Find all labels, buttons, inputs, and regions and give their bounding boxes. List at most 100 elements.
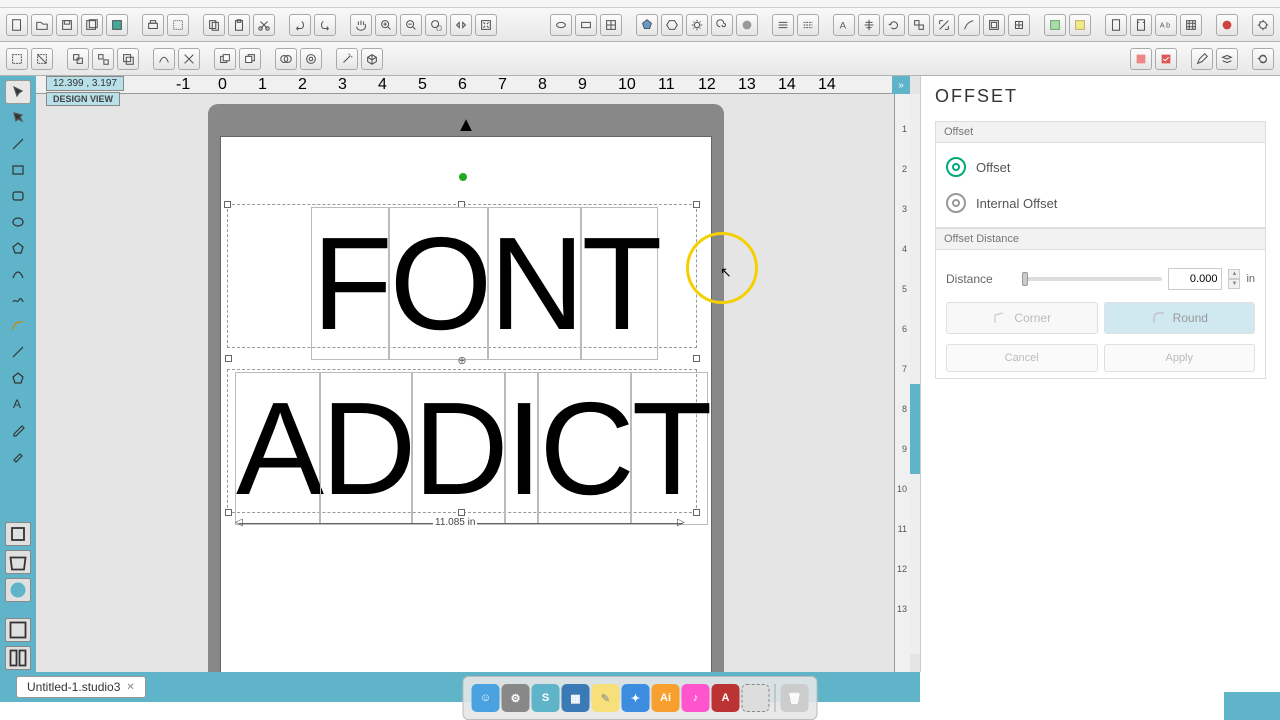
send-button[interactable] [106, 14, 128, 36]
line-tool[interactable] [5, 132, 31, 156]
replicate-button[interactable] [908, 14, 930, 36]
copy-button[interactable] [203, 14, 225, 36]
pen-button[interactable] [1191, 48, 1213, 70]
canvas-text-line1[interactable]: FONT [311, 207, 658, 360]
prefs-button[interactable] [1252, 14, 1274, 36]
deselect-button[interactable] [31, 48, 53, 70]
layers-button[interactable] [1216, 48, 1238, 70]
rotation-handle[interactable] [459, 173, 467, 181]
wand-button[interactable] [336, 48, 358, 70]
rotate-button[interactable] [883, 14, 905, 36]
knife-tool[interactable] [5, 340, 31, 364]
distance-input[interactable] [1168, 268, 1222, 290]
vertical-scrollbar[interactable] [910, 94, 920, 654]
print-button[interactable] [142, 14, 164, 36]
compound-button[interactable] [117, 48, 139, 70]
zoom-select-button[interactable] [425, 14, 447, 36]
page-settings-button[interactable] [1105, 14, 1127, 36]
open-file-button[interactable] [31, 14, 53, 36]
grid-button[interactable] [1180, 14, 1202, 36]
dock-notes-icon[interactable]: ✎ [592, 684, 620, 712]
fit-window-button[interactable] [475, 14, 497, 36]
offset-button[interactable] [983, 14, 1005, 36]
resize-handle[interactable] [224, 201, 231, 208]
edit-points-tool[interactable] [5, 106, 31, 130]
dock-finder-icon[interactable]: ☺ [472, 684, 500, 712]
tab-close-icon[interactable]: ✕ [126, 682, 134, 693]
line-style-button[interactable] [772, 14, 794, 36]
offset-option[interactable]: Offset [946, 149, 1255, 185]
dock-illustrator-icon[interactable]: Ai [652, 684, 680, 712]
print-border-button[interactable] [167, 14, 189, 36]
ellipse-shape-button[interactable] [550, 14, 572, 36]
shape-tool[interactable] [5, 366, 31, 390]
curve-tool[interactable] [5, 262, 31, 286]
undo-button[interactable] [289, 14, 311, 36]
canvas-text-line2[interactable]: ADDICT [235, 372, 708, 525]
cut-settings-button[interactable] [1216, 14, 1238, 36]
freehand-tool[interactable] [5, 288, 31, 312]
dock-app-icon[interactable] [742, 684, 770, 712]
modi-button[interactable] [1008, 14, 1030, 36]
dock-sys-icon[interactable]: ⚙ [502, 684, 530, 712]
eraser-tool[interactable] [5, 418, 31, 442]
scale-button[interactable] [933, 14, 955, 36]
green-square-button[interactable] [1044, 14, 1066, 36]
canvas-area[interactable]: 12.399 , 3.197 DESIGN VIEW -1 0 1 2 3 4 … [36, 76, 920, 672]
distance-spin-down[interactable]: ▼ [1228, 279, 1240, 289]
dock-silhouette-icon[interactable]: S [532, 684, 560, 712]
check-button[interactable] [1155, 48, 1177, 70]
cancel-button[interactable]: Cancel [946, 344, 1098, 372]
distance-spin-up[interactable]: ▲ [1228, 269, 1240, 279]
break-path-button[interactable] [178, 48, 200, 70]
pan-button[interactable] [350, 14, 372, 36]
resize-handle[interactable] [225, 509, 232, 516]
line-style2-button[interactable] [797, 14, 819, 36]
align-button[interactable] [858, 14, 880, 36]
apply-button[interactable]: Apply [1104, 344, 1256, 372]
select-all-button[interactable] [6, 48, 28, 70]
resize-handle[interactable] [458, 509, 465, 516]
cut-button[interactable] [253, 14, 275, 36]
internal-offset-option[interactable]: Internal Offset [946, 185, 1255, 221]
pixscan-button[interactable] [1130, 48, 1152, 70]
store-button[interactable] [5, 550, 31, 574]
spiral-button[interactable] [711, 14, 733, 36]
library-button[interactable] [5, 522, 31, 546]
group-button[interactable] [67, 48, 89, 70]
trace-button[interactable] [958, 14, 980, 36]
resize-handle[interactable] [225, 355, 232, 362]
pentagon-button[interactable] [636, 14, 658, 36]
page[interactable]: FONT ⊕ ADDICT ◁ ▷ 11.085 in [220, 136, 712, 676]
ellipse-tool[interactable] [5, 210, 31, 234]
dock-pdf-icon[interactable]: A [712, 684, 740, 712]
rect-tool[interactable] [5, 158, 31, 182]
save-button[interactable] [56, 14, 78, 36]
grid-shape-button[interactable] [600, 14, 622, 36]
cloud-button[interactable] [5, 578, 31, 602]
path-button[interactable] [153, 48, 175, 70]
save-as-button[interactable] [81, 14, 103, 36]
dock-itunes-icon[interactable]: ♪ [682, 684, 710, 712]
dock-preview-icon[interactable]: ▦ [562, 684, 590, 712]
reg-marks-button[interactable] [1130, 14, 1152, 36]
rect-shape-button[interactable] [575, 14, 597, 36]
back-button[interactable] [239, 48, 261, 70]
resize-handle[interactable] [693, 509, 700, 516]
polygon-tool[interactable] [5, 236, 31, 260]
text-style-button[interactable]: A [833, 14, 855, 36]
text-tool[interactable]: A [5, 392, 31, 416]
yellow-square-button[interactable] [1069, 14, 1091, 36]
document-tab[interactable]: Untitled-1.studio3 ✕ [16, 676, 146, 698]
weld-button[interactable] [275, 48, 297, 70]
hexagon-button[interactable] [661, 14, 683, 36]
view1-button[interactable] [5, 618, 31, 642]
target-button[interactable] [300, 48, 322, 70]
dock-safari-icon[interactable]: ✦ [622, 684, 650, 712]
arc-tool[interactable] [5, 314, 31, 338]
3d-button[interactable] [361, 48, 383, 70]
eyedrop-tool[interactable] [5, 444, 31, 468]
round-rect-tool[interactable] [5, 184, 31, 208]
ab-button[interactable]: A b [1155, 14, 1177, 36]
paste-button[interactable] [228, 14, 250, 36]
